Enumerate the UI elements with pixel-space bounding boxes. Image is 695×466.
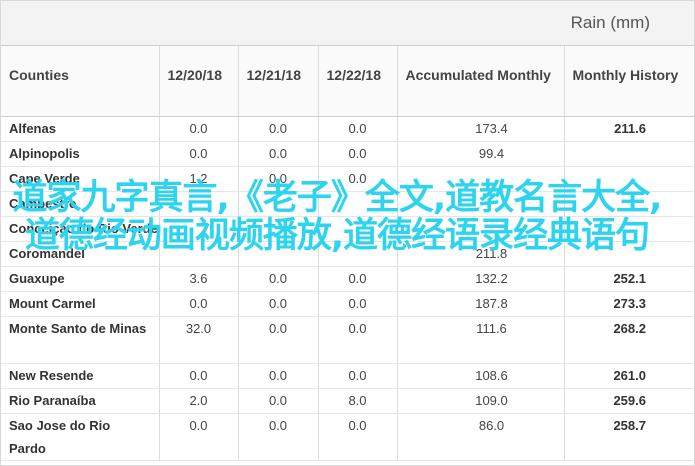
rain-cell <box>238 191 319 217</box>
accumulated-cell: 99.4 <box>397 141 565 167</box>
accumulated-cell: 187.8 <box>397 291 565 317</box>
accumulated-cell <box>397 216 565 242</box>
history-cell: 252.1 <box>564 266 694 292</box>
county-cell: Monte Santo de Minas <box>1 316 160 364</box>
table-row: Rio Paranaíba 2.0 0.0 8.0 109.0 259.6 <box>1 388 694 414</box>
table-row: Conceição do Rio Verde <box>1 216 694 242</box>
accumulated-cell: 211.8 <box>397 241 565 267</box>
table-row: Alfenas 0.0 0.0 0.0 173.4 211.6 <box>1 116 694 142</box>
history-cell <box>564 241 694 267</box>
history-cell: 258.7 <box>564 413 694 461</box>
table-row: Cape Verde 1.2 0.0 0.0 <box>1 166 694 192</box>
history-cell: 268.2 <box>564 316 694 364</box>
rain-cell: 0.0 <box>238 388 319 414</box>
rain-cell: 0.0 <box>159 141 239 167</box>
rain-cell <box>318 216 398 242</box>
county-cell: Cape Verde <box>1 166 160 192</box>
accumulated-cell: 173.4 <box>397 116 565 142</box>
history-cell: 259.6 <box>564 388 694 414</box>
table-row: Sao Jose do Rio Pardo 0.0 0.0 0.0 86.0 2… <box>1 413 694 461</box>
table-row: Campestre <box>1 191 694 217</box>
county-cell: Campestre <box>1 191 160 217</box>
rain-cell: 0.0 <box>318 291 398 317</box>
rain-cell: 32.0 <box>159 316 239 364</box>
rain-cell <box>159 216 239 242</box>
rain-cell <box>238 216 319 242</box>
header-counties[interactable]: Counties <box>1 46 160 117</box>
rain-cell: 0.0 <box>159 116 239 142</box>
rain-cell: 1.2 <box>159 166 239 192</box>
rain-cell: 0.0 <box>238 291 319 317</box>
rain-cell <box>238 241 319 267</box>
rain-cell: 0.0 <box>238 316 319 364</box>
accumulated-cell: 109.0 <box>397 388 565 414</box>
county-cell: Sao Jose do Rio Pardo <box>1 413 160 461</box>
rain-cell <box>159 191 239 217</box>
history-cell: 211.6 <box>564 116 694 142</box>
rain-cell: 2.0 <box>159 388 239 414</box>
header-monthly-history[interactable]: Monthly History <box>564 46 694 117</box>
rain-cell: 0.0 <box>238 166 319 192</box>
rain-cell: 0.0 <box>159 363 239 389</box>
county-cell: Guaxupe <box>1 266 160 292</box>
county-cell: Coromandel <box>1 241 160 267</box>
rain-cell: 0.0 <box>318 141 398 167</box>
rain-cell: 0.0 <box>238 266 319 292</box>
accumulated-cell <box>397 166 565 192</box>
rain-cell: 0.0 <box>159 291 239 317</box>
county-cell: Conceição do Rio Verde <box>1 216 160 242</box>
rain-cell: 0.0 <box>318 166 398 192</box>
header-date-1[interactable]: 12/20/18 <box>159 46 239 117</box>
table-header-row: Counties 12/20/18 12/21/18 12/22/18 Accu… <box>1 46 694 117</box>
rain-cell <box>159 241 239 267</box>
header-accumulated-monthly[interactable]: Accumulated Monthly <box>397 46 565 117</box>
county-cell: New Resende <box>1 363 160 389</box>
rain-cell <box>318 241 398 267</box>
table-row: Coromandel 211.8 <box>1 241 694 267</box>
rain-cell: 0.0 <box>238 141 319 167</box>
table-row: Alpinopolis 0.0 0.0 0.0 99.4 <box>1 141 694 167</box>
rain-cell: 0.0 <box>238 363 319 389</box>
history-cell <box>564 166 694 192</box>
rain-cell: 0.0 <box>238 413 319 461</box>
history-cell: 261.0 <box>564 363 694 389</box>
history-cell <box>564 191 694 217</box>
rain-cell: 0.0 <box>318 116 398 142</box>
accumulated-cell: 111.6 <box>397 316 565 364</box>
header-date-2[interactable]: 12/21/18 <box>238 46 319 117</box>
table-row: Mount Carmel 0.0 0.0 0.0 187.8 273.3 <box>1 291 694 317</box>
rain-table: Counties 12/20/18 12/21/18 12/22/18 Accu… <box>1 46 694 461</box>
header-date-3[interactable]: 12/22/18 <box>318 46 398 117</box>
county-cell: Rio Paranaíba <box>1 388 160 414</box>
county-cell: Mount Carmel <box>1 291 160 317</box>
rain-cell: 0.0 <box>318 363 398 389</box>
unit-label: Rain (mm) <box>570 13 650 32</box>
rain-cell <box>318 191 398 217</box>
rain-table-widget: Rain (mm) Counties 12/20/18 12/21/18 12/… <box>0 0 695 466</box>
table-row: New Resende 0.0 0.0 0.0 108.6 261.0 <box>1 363 694 389</box>
rain-cell: 0.0 <box>318 316 398 364</box>
history-cell: 273.3 <box>564 291 694 317</box>
history-cell <box>564 141 694 167</box>
accumulated-cell: 108.6 <box>397 363 565 389</box>
table-row: Guaxupe 3.6 0.0 0.0 132.2 252.1 <box>1 266 694 292</box>
accumulated-cell: 132.2 <box>397 266 565 292</box>
rain-cell: 0.0 <box>318 266 398 292</box>
unit-bar: Rain (mm) <box>1 1 694 46</box>
history-cell <box>564 216 694 242</box>
accumulated-cell <box>397 191 565 217</box>
county-cell: Alpinopolis <box>1 141 160 167</box>
accumulated-cell: 86.0 <box>397 413 565 461</box>
rain-cell: 3.6 <box>159 266 239 292</box>
rain-cell: 0.0 <box>159 413 239 461</box>
county-cell: Alfenas <box>1 116 160 142</box>
table-row: Monte Santo de Minas 32.0 0.0 0.0 111.6 … <box>1 316 694 364</box>
rain-cell: 8.0 <box>318 388 398 414</box>
rain-cell: 0.0 <box>318 413 398 461</box>
rain-cell: 0.0 <box>238 116 319 142</box>
